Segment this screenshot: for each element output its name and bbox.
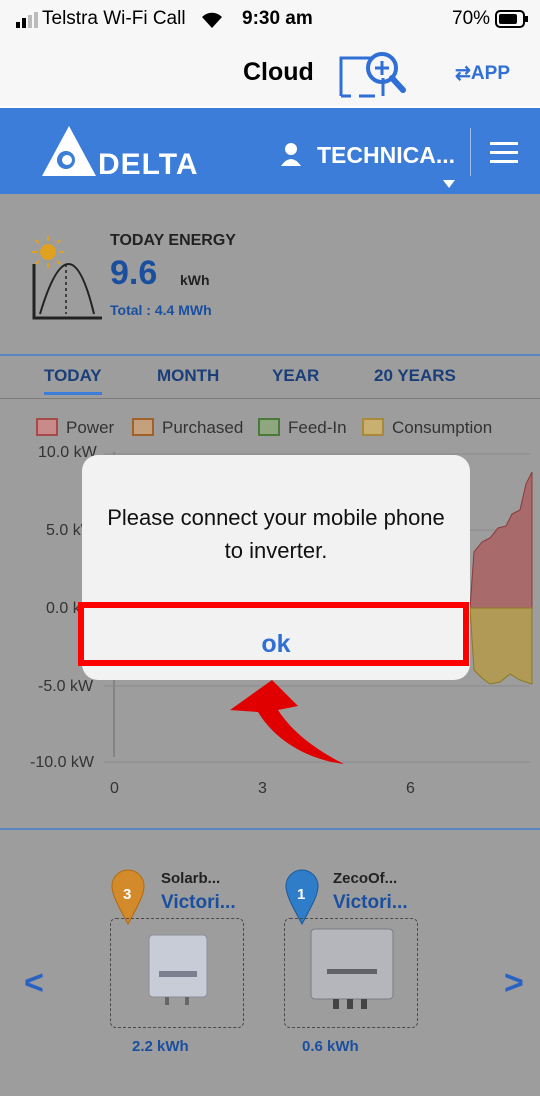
dropdown-caret-icon bbox=[443, 180, 455, 188]
status-bar: Telstra Wi-Fi Call 9:30 am 70% bbox=[0, 0, 540, 40]
y-tick-label: -10.0 kW bbox=[30, 754, 95, 771]
user-selector[interactable]: TECHNICA... bbox=[317, 142, 455, 169]
station-location: Victori... bbox=[333, 892, 408, 913]
inverter-device-icon bbox=[310, 928, 394, 1009]
x-tick-label: 6 bbox=[406, 780, 415, 797]
station-badge: 1 bbox=[297, 886, 306, 903]
switch-app-link[interactable]: ⇄APP bbox=[455, 62, 510, 85]
consumption-area bbox=[469, 607, 533, 685]
tab-month[interactable]: MONTH bbox=[157, 366, 219, 386]
today-energy-unit: kWh bbox=[180, 272, 210, 288]
carousel-prev-button[interactable]: < bbox=[24, 964, 44, 1003]
station-location: Victori... bbox=[161, 892, 236, 913]
tabs-underline bbox=[0, 398, 540, 399]
tab-20-years[interactable]: 20 YEARS bbox=[374, 366, 456, 386]
inverter-card[interactable] bbox=[284, 918, 418, 1028]
station-name: Solarb... bbox=[161, 870, 221, 887]
carrier-label: Telstra Wi-Fi Call bbox=[42, 8, 186, 29]
hamburger-menu-icon[interactable] bbox=[490, 142, 518, 164]
brand-name: DELTA bbox=[98, 148, 199, 181]
wifi-icon bbox=[202, 12, 222, 28]
power-area bbox=[469, 471, 533, 609]
signal-icon bbox=[16, 12, 38, 28]
tab-year[interactable]: YEAR bbox=[272, 366, 319, 386]
user-icon bbox=[281, 143, 301, 166]
today-energy-label: TODAY ENERGY bbox=[110, 232, 236, 249]
x-tick-label: 3 bbox=[258, 780, 267, 797]
delta-logo-icon bbox=[42, 126, 96, 176]
x-tick-label: 0 bbox=[110, 780, 119, 797]
total-energy: Total : 4.4 MWh bbox=[110, 302, 212, 318]
today-energy-value: 9.6 bbox=[110, 254, 158, 292]
header-divider bbox=[470, 128, 471, 176]
highlight-box bbox=[78, 602, 469, 666]
clock: 9:30 am bbox=[242, 8, 313, 29]
app-header: DELTA TECHNICA... bbox=[0, 108, 540, 194]
station-carousel: < > 3 Solarb... Victori... 2.2 kWh 1 Zec… bbox=[0, 828, 540, 1096]
alert-message: Please connect your mobile phone to inve… bbox=[107, 505, 445, 563]
red-arrow-icon bbox=[230, 680, 344, 764]
station-badge: 3 bbox=[123, 886, 132, 903]
battery-icon bbox=[495, 10, 528, 28]
carousel-next-button[interactable]: > bbox=[504, 964, 524, 1003]
nav-bar: Cloud ⇄APP bbox=[0, 40, 540, 106]
tab-today[interactable]: TODAY bbox=[44, 366, 102, 395]
y-tick-label: -5.0 kW bbox=[38, 678, 94, 695]
solar-curve-icon bbox=[32, 236, 102, 320]
station-name: ZecoOf... bbox=[333, 870, 398, 887]
station-energy: 2.2 kWh bbox=[132, 1038, 189, 1055]
battery-percent: 70% bbox=[452, 8, 491, 29]
inverter-device-icon bbox=[148, 934, 208, 1005]
cloud-search-icon[interactable] bbox=[335, 50, 415, 102]
inverter-card[interactable] bbox=[110, 918, 244, 1028]
station-energy: 0.6 kWh bbox=[302, 1038, 359, 1055]
page-title: Cloud bbox=[243, 58, 314, 86]
today-energy-panel: TODAY ENERGY 9.6 kWh Total : 4.4 MWh bbox=[0, 194, 540, 354]
period-tabs: TODAY MONTH YEAR 20 YEARS bbox=[0, 356, 540, 396]
